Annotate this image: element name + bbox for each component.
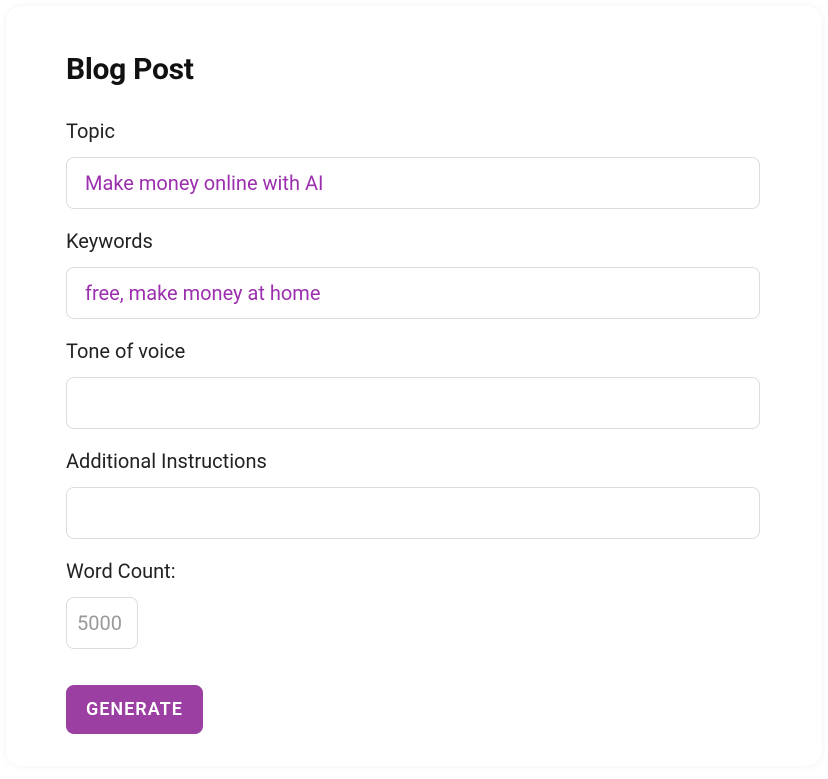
tone-input[interactable] [66, 377, 760, 429]
field-keywords: Keywords [66, 229, 760, 319]
generate-button[interactable]: GENERATE [66, 685, 203, 734]
field-wordcount: Word Count: [66, 559, 760, 649]
topic-label: Topic [66, 119, 760, 143]
tone-label: Tone of voice [66, 339, 760, 363]
wordcount-label: Word Count: [66, 559, 760, 583]
instructions-input[interactable] [66, 487, 760, 539]
topic-input[interactable] [66, 157, 760, 209]
keywords-label: Keywords [66, 229, 760, 253]
blog-post-form-card: Blog Post Topic Keywords Tone of voice A… [6, 6, 822, 766]
keywords-input[interactable] [66, 267, 760, 319]
page-title: Blog Post [66, 52, 760, 87]
wordcount-input[interactable] [66, 597, 138, 649]
field-tone: Tone of voice [66, 339, 760, 429]
field-topic: Topic [66, 119, 760, 209]
instructions-label: Additional Instructions [66, 449, 760, 473]
field-instructions: Additional Instructions [66, 449, 760, 539]
